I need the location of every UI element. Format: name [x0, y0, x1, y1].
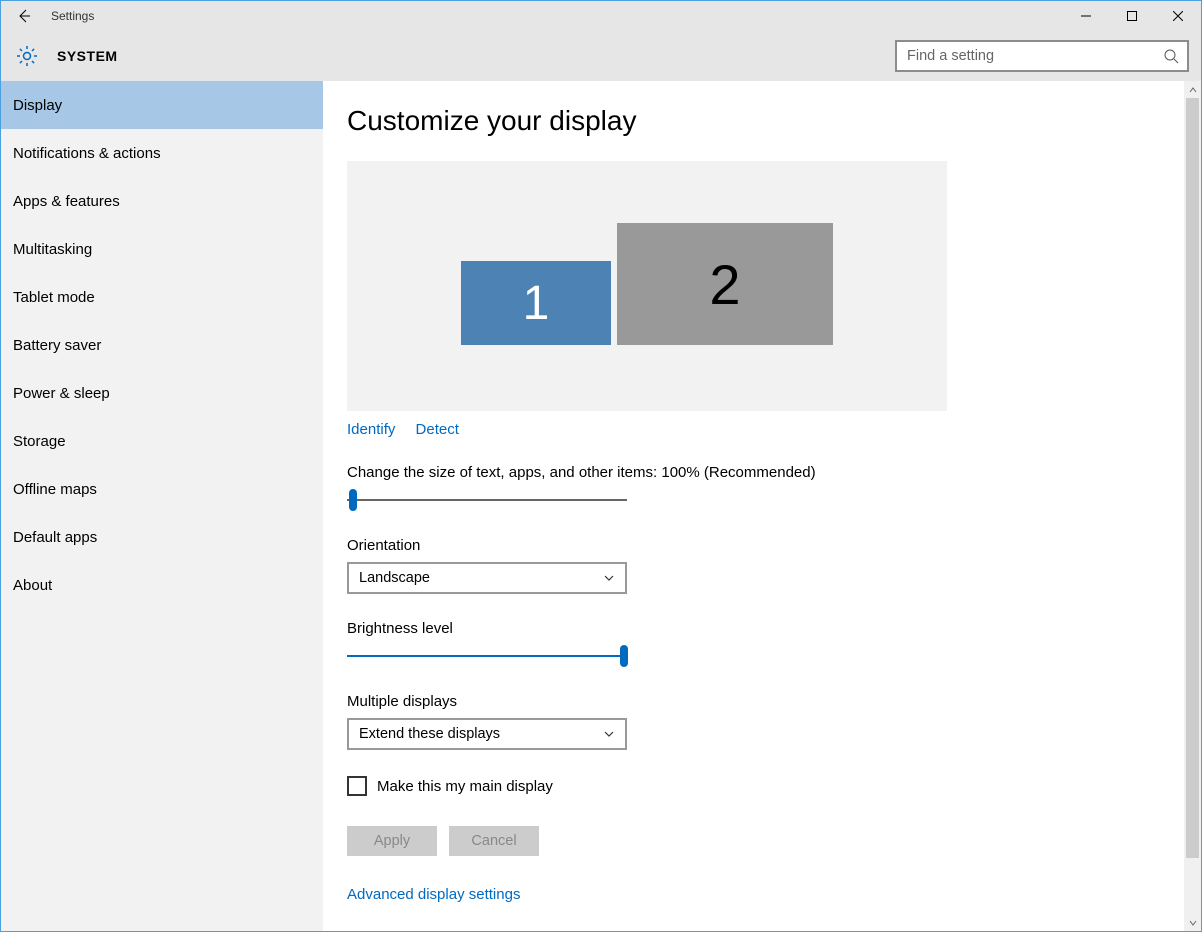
scroll-down-button[interactable]	[1184, 914, 1201, 931]
header: SYSTEM	[1, 31, 1201, 81]
multiple-displays-label: Multiple displays	[347, 693, 1201, 710]
detect-link[interactable]: Detect	[416, 421, 459, 438]
sidebar-item-offline-maps[interactable]: Offline maps	[1, 465, 323, 513]
search-box[interactable]	[895, 40, 1189, 72]
orientation-label: Orientation	[347, 537, 1201, 554]
sidebar-item-power-sleep[interactable]: Power & sleep	[1, 369, 323, 417]
sidebar-item-label: Tablet mode	[13, 289, 95, 306]
multiple-displays-value: Extend these displays	[359, 726, 500, 742]
main-content: Customize your display 1 2 Identify Dete…	[323, 81, 1201, 931]
scale-label: Change the size of text, apps, and other…	[347, 464, 1201, 481]
sidebar-item-storage[interactable]: Storage	[1, 417, 323, 465]
body: Display Notifications & actions Apps & f…	[1, 81, 1201, 931]
window-controls	[1063, 1, 1201, 31]
chevron-down-icon	[1188, 918, 1198, 928]
sidebar-item-about[interactable]: About	[1, 561, 323, 609]
monitor-2[interactable]: 2	[617, 223, 833, 345]
orientation-value: Landscape	[359, 570, 430, 586]
slider-thumb[interactable]	[349, 489, 357, 511]
sidebar-item-label: Multitasking	[13, 241, 92, 258]
sidebar-item-tablet-mode[interactable]: Tablet mode	[1, 273, 323, 321]
slider-thumb[interactable]	[620, 645, 628, 667]
identify-link[interactable]: Identify	[347, 421, 395, 438]
minimize-icon	[1081, 11, 1091, 21]
chevron-up-icon	[1188, 85, 1198, 95]
scroll-up-button[interactable]	[1184, 81, 1201, 98]
scrollbar-thumb[interactable]	[1186, 98, 1199, 858]
sidebar-item-apps-features[interactable]: Apps & features	[1, 177, 323, 225]
scrollbar-track[interactable]	[1184, 98, 1201, 914]
arrow-left-icon	[16, 8, 32, 24]
main-display-checkbox[interactable]	[347, 776, 367, 796]
multiple-displays-dropdown[interactable]: Extend these displays	[347, 718, 627, 750]
sidebar-item-label: Battery saver	[13, 337, 101, 354]
cancel-button[interactable]: Cancel	[449, 826, 539, 856]
sidebar-item-label: Default apps	[13, 529, 97, 546]
monitor-preview[interactable]: 1 2	[347, 161, 947, 411]
sidebar-item-display[interactable]: Display	[1, 81, 323, 129]
window-title: Settings	[47, 9, 94, 23]
sidebar-item-notifications[interactable]: Notifications & actions	[1, 129, 323, 177]
scale-slider[interactable]	[347, 489, 627, 511]
sidebar-item-multitasking[interactable]: Multitasking	[1, 225, 323, 273]
section-label: SYSTEM	[57, 48, 118, 64]
back-button[interactable]	[1, 1, 47, 31]
search-icon	[1163, 48, 1179, 64]
settings-window: Settings SYSTEM	[0, 0, 1202, 932]
minimize-button[interactable]	[1063, 1, 1109, 31]
main-display-checkbox-row[interactable]: Make this my main display	[347, 776, 1201, 796]
brightness-slider[interactable]	[347, 645, 627, 667]
sidebar-item-label: Power & sleep	[13, 385, 110, 402]
scrollbar[interactable]	[1184, 81, 1201, 931]
monitor-1[interactable]: 1	[461, 261, 611, 345]
advanced-display-link[interactable]: Advanced display settings	[347, 886, 520, 903]
brightness-label: Brightness level	[347, 620, 1201, 637]
search-input[interactable]	[905, 47, 1163, 65]
sidebar-item-default-apps[interactable]: Default apps	[1, 513, 323, 561]
sidebar-item-label: Notifications & actions	[13, 145, 161, 162]
titlebar: Settings	[1, 1, 1201, 31]
sidebar-item-label: Storage	[13, 433, 66, 450]
maximize-icon	[1127, 11, 1137, 21]
sidebar-item-label: Display	[13, 97, 62, 114]
main-display-checkbox-label: Make this my main display	[377, 778, 553, 795]
close-button[interactable]	[1155, 1, 1201, 31]
maximize-button[interactable]	[1109, 1, 1155, 31]
close-icon	[1173, 11, 1183, 21]
orientation-dropdown[interactable]: Landscape	[347, 562, 627, 594]
sidebar-item-label: About	[13, 577, 52, 594]
chevron-down-icon	[603, 728, 615, 740]
sidebar: Display Notifications & actions Apps & f…	[1, 81, 323, 931]
chevron-down-icon	[603, 572, 615, 584]
gear-icon	[13, 42, 41, 70]
apply-button[interactable]: Apply	[347, 826, 437, 856]
page-title: Customize your display	[347, 105, 1201, 137]
sidebar-item-label: Apps & features	[13, 193, 120, 210]
sidebar-item-label: Offline maps	[13, 481, 97, 498]
sidebar-item-battery-saver[interactable]: Battery saver	[1, 321, 323, 369]
